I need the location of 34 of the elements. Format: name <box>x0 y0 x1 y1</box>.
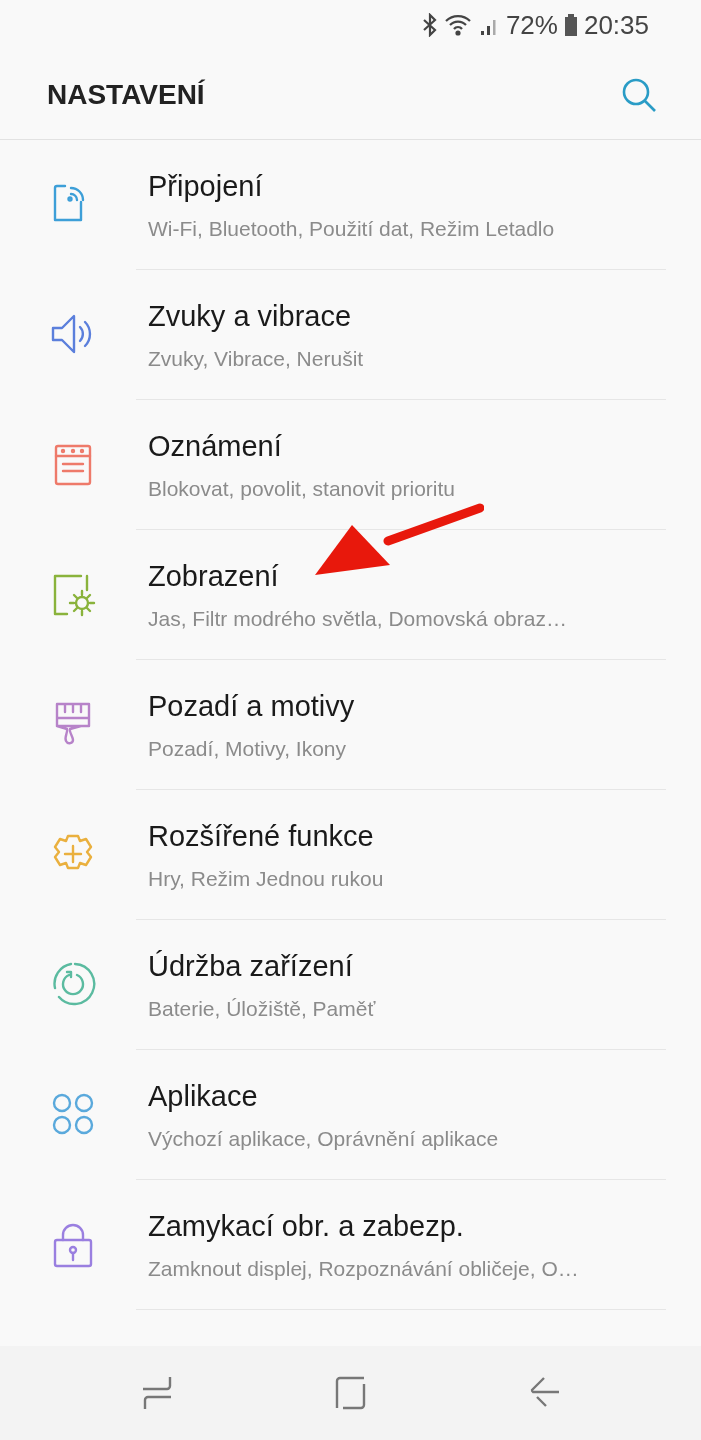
item-title: Pozadí a motivy <box>148 689 356 724</box>
item-subtitle: Pozadí, Motivy, Ikony <box>148 735 348 762</box>
item-title: Aplikace <box>148 1079 259 1114</box>
settings-item[interactable]: Oznámení Blokovat, povolit, stanovit prioritu <box>0 400 701 530</box>
item-title: Zvuky a vibrace <box>148 299 353 334</box>
page-title: NASTAVENÍ <box>47 77 205 112</box>
item-subtitle: Wi-Fi, Bluetooth, Použití dat, Režim Letadlo <box>148 215 556 242</box>
item-title: Zobrazení <box>148 559 280 594</box>
item-subtitle: Hry, Režim Jednou rukou <box>148 865 385 892</box>
item-title: Připojení <box>148 169 264 204</box>
recent-apps-icon[interactable] <box>140 1375 173 1411</box>
battery-percent: 72% <box>505 8 558 42</box>
item-title: Údržba zařízení <box>148 949 354 984</box>
settings-item[interactable]: Pozadí a motivy Pozadí, Motivy, Ikony <box>0 660 701 790</box>
item-subtitle: Zamknout displej, Rozpoznávání obličeje, O… <box>148 1255 580 1282</box>
settings-item[interactable]: Rozšířené funkce Hry, Režim Jednou rukou <box>0 790 701 920</box>
clock-time: 20:35 <box>583 8 649 42</box>
settings-item[interactable]: Zamykací obr. a zabezp. Zamknout displej, Rozpoznávání obličeje, O… <box>0 1180 701 1310</box>
battery-icon <box>563 13 578 37</box>
item-title: Rozšířené funkce <box>148 819 375 854</box>
home-icon[interactable] <box>334 1376 367 1410</box>
item-title: Zamykací obr. a zabezp. <box>148 1209 465 1244</box>
item-subtitle: Jas, Filtr modrého světla, Domovská obraz… <box>148 605 568 632</box>
item-subtitle: Zvuky, Vibrace, Nerušit <box>148 345 365 372</box>
item-subtitle: Baterie, Úložiště, Paměť <box>148 995 377 1022</box>
settings-item[interactable]: Údržba zařízení Baterie, Úložiště, Paměť <box>0 920 701 1050</box>
item-subtitle: Blokovat, povolit, stanovit prioritu <box>148 475 456 502</box>
settings-item[interactable]: Zvuky a vibrace Zvuky, Vibrace, Nerušit <box>0 270 701 400</box>
search-icon[interactable] <box>621 76 657 113</box>
item-subtitle: Výchozí aplikace, Oprávnění aplikace <box>148 1125 500 1152</box>
item-title: Oznámení <box>148 429 283 464</box>
settings-item[interactable]: Připojení Wi-Fi, Bluetooth, Použití dat, Režim Letadlo <box>0 140 701 270</box>
settings-item[interactable]: Aplikace Výchozí aplikace, Oprávnění aplikace <box>0 1050 701 1180</box>
bluetooth-icon <box>421 13 438 37</box>
